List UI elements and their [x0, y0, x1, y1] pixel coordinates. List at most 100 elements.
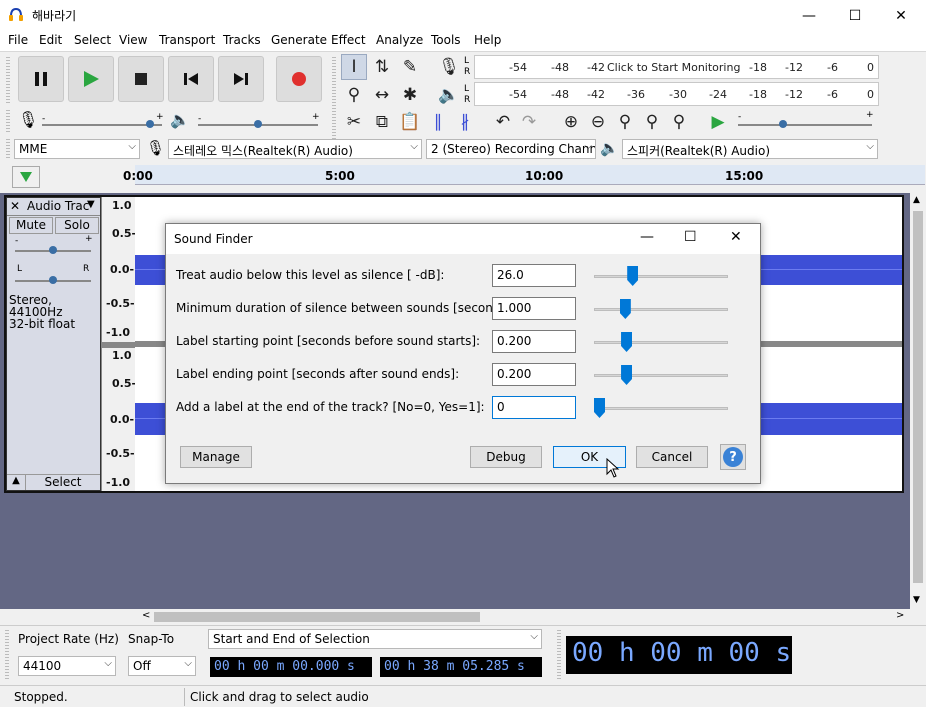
- audio-position-display[interactable]: 00 h 00 m 00 s: [566, 636, 792, 674]
- menu-file[interactable]: File: [8, 33, 28, 47]
- menu-generate[interactable]: Generate: [271, 33, 327, 47]
- select-track-button[interactable]: Select: [25, 474, 100, 490]
- min-silence-slider[interactable]: [594, 308, 728, 311]
- vertical-scrollbar[interactable]: ▲ ▼: [910, 193, 926, 609]
- paste-button[interactable]: 📋: [397, 109, 423, 135]
- menu-effect[interactable]: Effect: [331, 33, 366, 47]
- playback-meter[interactable]: -54 -48 -42 -36 -30 -24 -18 -12 -6 0: [474, 82, 879, 106]
- timeshift-tool-button[interactable]: ↔: [369, 82, 395, 108]
- menu-analyze[interactable]: Analyze: [376, 33, 423, 47]
- gain-thumb[interactable]: [49, 246, 57, 254]
- recording-device-select[interactable]: 스테레오 믹스(Realtek(R) Audio) ⌵: [168, 139, 422, 159]
- snap-to-select[interactable]: Off ⌵: [128, 656, 196, 676]
- playback-volume-thumb[interactable]: [254, 120, 262, 128]
- silence-level-thumb[interactable]: [627, 266, 639, 286]
- menu-view[interactable]: View: [119, 33, 147, 47]
- playback-device-select[interactable]: 스피커(Realtek(R) Audio) ⌵: [622, 139, 878, 159]
- menu-tools[interactable]: Tools: [431, 33, 461, 47]
- toolbar-grip[interactable]: [557, 630, 561, 680]
- silence-level-slider[interactable]: [594, 275, 728, 278]
- manage-button[interactable]: Manage: [180, 446, 252, 468]
- multi-tool-button[interactable]: ✱: [397, 82, 423, 108]
- copy-button[interactable]: ⧉: [369, 109, 395, 135]
- record-button[interactable]: [276, 56, 322, 102]
- label-start-slider[interactable]: [594, 341, 728, 344]
- end-label-option-slider[interactable]: [594, 407, 728, 410]
- play-speed-thumb[interactable]: [779, 120, 787, 128]
- recording-channels-select[interactable]: 2 (Stereo) Recording Chann ⌵: [426, 139, 596, 159]
- label-end-thumb[interactable]: [621, 365, 633, 385]
- minimize-button[interactable]: —: [786, 0, 832, 31]
- menu-help[interactable]: Help: [474, 33, 501, 47]
- menu-select[interactable]: Select: [74, 33, 111, 47]
- draw-tool-button[interactable]: ✎: [397, 54, 423, 80]
- play-button[interactable]: [68, 56, 114, 102]
- zoom-tool-button[interactable]: ⚲: [341, 82, 367, 108]
- scroll-right-icon[interactable]: >: [896, 610, 904, 621]
- track-menu-arrow-icon[interactable]: ▼: [87, 199, 95, 210]
- undo-button[interactable]: ↶: [490, 109, 516, 135]
- toolbar-grip[interactable]: [6, 139, 10, 159]
- pause-button[interactable]: [18, 56, 64, 102]
- scroll-up-icon[interactable]: ▲: [913, 195, 920, 205]
- envelope-tool-button[interactable]: ⇅: [369, 54, 395, 80]
- trim-button[interactable]: ∥: [425, 109, 451, 135]
- pan-thumb[interactable]: [49, 276, 57, 284]
- close-window-button[interactable]: ✕: [878, 0, 924, 31]
- project-rate-select[interactable]: 44100 ⌵: [18, 656, 116, 676]
- zoom-in-button[interactable]: ⊕: [558, 109, 584, 135]
- timeline-play-button[interactable]: [12, 166, 40, 188]
- help-button[interactable]: ?: [720, 444, 746, 470]
- zoom-toggle-button[interactable]: ⚲: [666, 109, 692, 135]
- dialog-close-icon[interactable]: ✕: [730, 229, 742, 245]
- menu-transport[interactable]: Transport: [159, 33, 215, 47]
- toolbar-grip[interactable]: [6, 110, 10, 132]
- end-label-option-thumb[interactable]: [594, 398, 605, 418]
- scroll-left-icon[interactable]: <: [142, 610, 150, 621]
- play-meter-button[interactable]: 🔈: [436, 82, 462, 108]
- toolbar-grip[interactable]: [6, 57, 10, 105]
- stop-button[interactable]: [118, 56, 164, 102]
- label-start-input[interactable]: 0.200: [492, 330, 576, 353]
- scroll-down-icon[interactable]: ▼: [913, 595, 920, 605]
- cut-button[interactable]: ✂: [341, 109, 367, 135]
- selection-end-time[interactable]: 00 h 38 m 05.285 s: [380, 657, 542, 677]
- collapse-track-button[interactable]: ▲: [7, 474, 25, 490]
- track-control-panel[interactable]: ✕ Audio Trac ▼ Mute Solo - + L R Stereo,…: [6, 197, 101, 491]
- record-volume-slider[interactable]: [42, 124, 162, 126]
- label-start-thumb[interactable]: [621, 332, 633, 352]
- selection-start-time[interactable]: 00 h 00 m 00.000 s: [210, 657, 372, 677]
- mute-button[interactable]: Mute: [9, 217, 53, 234]
- play-at-speed-button[interactable]: ▶: [705, 109, 731, 135]
- close-track-icon[interactable]: ✕: [10, 199, 20, 213]
- silence-button[interactable]: ∦: [452, 109, 478, 135]
- debug-button[interactable]: Debug: [470, 446, 542, 468]
- skip-end-button[interactable]: [218, 56, 264, 102]
- fit-project-button[interactable]: ⚲: [639, 109, 665, 135]
- min-silence-thumb[interactable]: [619, 299, 631, 319]
- vertical-scroll-thumb[interactable]: [913, 211, 923, 583]
- toolbar-grip[interactable]: [5, 630, 9, 680]
- record-meter[interactable]: -54 -48 -42 Click to Start Monitoring -1…: [474, 55, 879, 79]
- solo-button[interactable]: Solo: [55, 217, 99, 234]
- fit-selection-button[interactable]: ⚲: [612, 109, 638, 135]
- cancel-button[interactable]: Cancel: [636, 446, 708, 468]
- record-meter-button[interactable]: 🎙: [436, 54, 462, 80]
- skip-start-button[interactable]: [168, 56, 214, 102]
- min-silence-input[interactable]: 1.000: [492, 297, 576, 320]
- end-label-option-input[interactable]: 0: [492, 396, 576, 419]
- selection-mode-select[interactable]: Start and End of Selection ⌵: [208, 629, 542, 649]
- zoom-out-button[interactable]: ⊖: [585, 109, 611, 135]
- horizontal-scroll-thumb[interactable]: [154, 612, 480, 622]
- track-name-menu[interactable]: Audio Trac: [27, 199, 89, 213]
- label-end-input[interactable]: 0.200: [492, 363, 576, 386]
- menu-edit[interactable]: Edit: [39, 33, 62, 47]
- horizontal-scrollbar[interactable]: < >: [140, 609, 910, 625]
- timeline-ruler[interactable]: 0:00 5:00 10:00 15:00: [123, 165, 925, 185]
- maximize-button[interactable]: ☐: [832, 0, 878, 31]
- record-volume-thumb[interactable]: [146, 120, 154, 128]
- selection-tool-button[interactable]: I: [341, 54, 367, 80]
- silence-level-input[interactable]: 26.0: [492, 264, 576, 287]
- play-speed-slider[interactable]: [738, 124, 872, 126]
- audio-host-select[interactable]: MME ⌵: [14, 139, 140, 159]
